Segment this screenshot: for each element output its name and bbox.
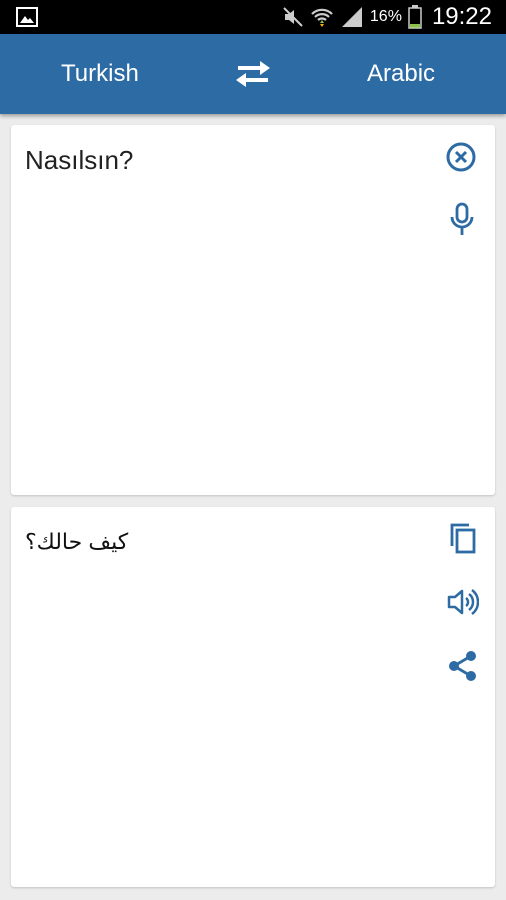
- input-card: Nasılsın?: [11, 125, 495, 495]
- gallery-icon: [16, 7, 38, 27]
- source-language-button[interactable]: Turkish: [61, 34, 139, 114]
- status-icons: 16% 19:22: [276, 0, 492, 34]
- speaker-icon[interactable]: [447, 587, 479, 617]
- battery-icon: [408, 5, 422, 29]
- app-bar: Turkish Arabic: [0, 34, 506, 114]
- swap-arrows-icon[interactable]: [234, 58, 272, 90]
- mute-icon: [283, 7, 303, 27]
- translation-text: كيف حالك؟: [25, 529, 129, 554]
- share-icon[interactable]: [448, 650, 478, 682]
- wifi-icon: [311, 8, 333, 27]
- copy-icon[interactable]: [449, 522, 477, 554]
- battery-percent: 16%: [369, 8, 402, 25]
- signal-icon: [341, 7, 362, 27]
- target-language-button[interactable]: Arabic: [367, 34, 435, 114]
- status-bar: 16% 19:22: [0, 0, 506, 34]
- clear-icon[interactable]: [445, 141, 477, 173]
- clock: 19:22: [431, 3, 492, 30]
- output-card: كيف حالك؟: [11, 507, 495, 887]
- mic-icon[interactable]: [449, 202, 475, 238]
- source-text-input[interactable]: Nasılsın?: [25, 145, 133, 176]
